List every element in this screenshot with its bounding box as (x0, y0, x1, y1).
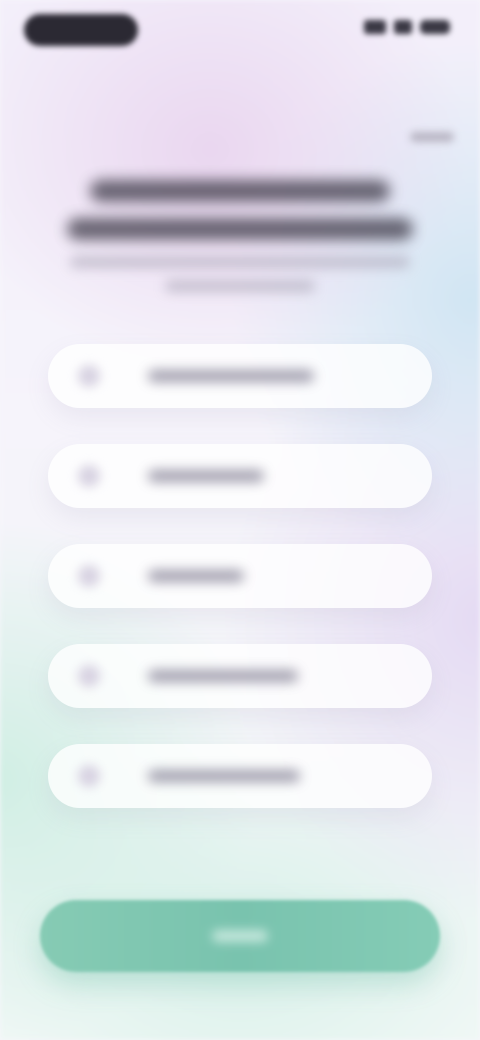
option-icon (78, 365, 100, 387)
status-icons (364, 20, 450, 34)
option-label (148, 370, 314, 382)
continue-button[interactable] (40, 900, 440, 972)
options-list (48, 344, 432, 844)
option-2[interactable] (48, 444, 432, 508)
option-4[interactable] (48, 644, 432, 708)
option-icon (78, 465, 100, 487)
option-label (148, 470, 264, 482)
skip-label (410, 131, 454, 142)
option-3[interactable] (48, 544, 432, 608)
battery-icon (420, 20, 450, 34)
page-subtitle-line-2 (165, 280, 315, 292)
option-icon (78, 565, 100, 587)
wifi-icon (394, 20, 412, 34)
page-subtitle-line-1 (70, 256, 410, 268)
option-label (148, 570, 244, 582)
page-title-line-2 (67, 218, 413, 240)
option-icon (78, 765, 100, 787)
page-title-line-1 (90, 180, 390, 202)
continue-label (212, 930, 268, 942)
status-bar (0, 0, 480, 60)
signal-icon (364, 20, 386, 34)
question-header (60, 180, 420, 304)
option-1[interactable] (48, 344, 432, 408)
status-time-pill (24, 14, 138, 46)
option-icon (78, 665, 100, 687)
option-label (148, 670, 298, 682)
skip-button[interactable] (410, 124, 454, 144)
option-5[interactable] (48, 744, 432, 808)
option-label (148, 770, 300, 782)
